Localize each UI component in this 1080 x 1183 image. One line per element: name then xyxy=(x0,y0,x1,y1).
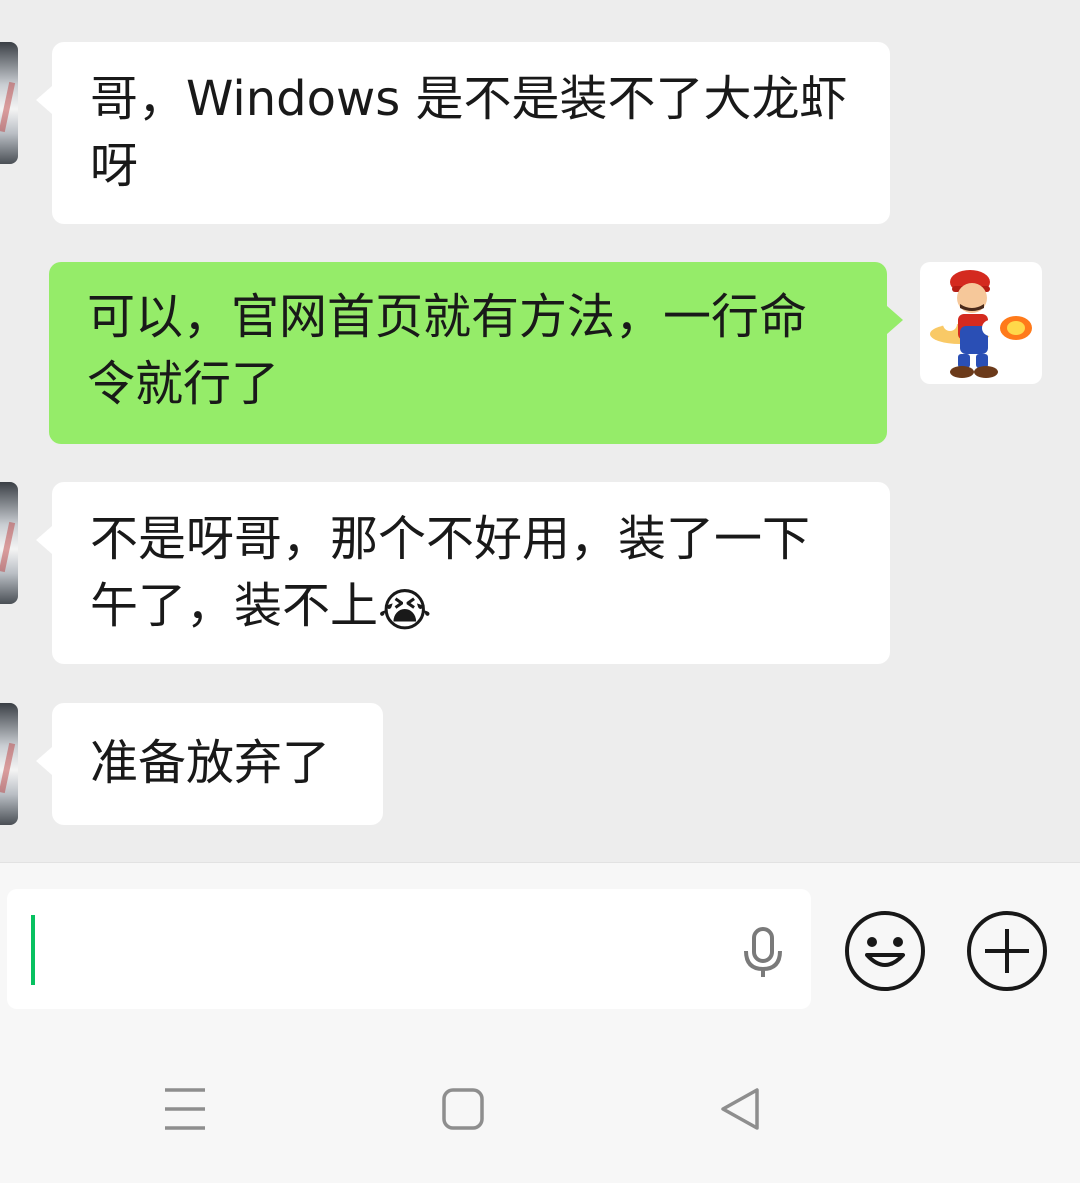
contact-avatar[interactable] xyxy=(0,42,18,164)
message-text: 可以，官网首页就有方法，一行命 xyxy=(87,289,808,345)
message-input-bar xyxy=(0,862,1080,1025)
crying-laughing-emoji-icon: 😭 xyxy=(378,583,432,637)
system-navigation-bar xyxy=(0,1024,1080,1183)
incoming-message-bubble[interactable]: 哥，Windows 是不是装不了大龙虾 呀 xyxy=(36,42,890,224)
my-avatar[interactable] xyxy=(920,262,1042,384)
message-text: 午了，装不上 xyxy=(90,578,379,634)
contact-avatar[interactable] xyxy=(0,703,18,825)
menu-lines-icon[interactable] xyxy=(157,1082,213,1138)
incoming-message-bubble[interactable]: 准备放弃了 xyxy=(36,703,383,825)
home-square-icon[interactable] xyxy=(435,1082,491,1138)
message-text: 哥，Windows 是不是装不了大龙虾 xyxy=(90,71,848,127)
plus-icon[interactable] xyxy=(965,909,1049,993)
voice-mic-icon[interactable] xyxy=(733,923,793,983)
message-text: 准备放弃了 xyxy=(90,735,331,791)
mario-avatar-icon xyxy=(930,270,1032,378)
text-caret xyxy=(31,915,35,985)
chat-message-list[interactable]: 哥，Windows 是不是装不了大龙虾 呀 可以，官网首页就有方法，一行命 令就… xyxy=(0,0,1080,862)
emoji-icon[interactable] xyxy=(843,909,927,993)
contact-avatar[interactable] xyxy=(0,482,18,604)
outgoing-message-bubble[interactable]: 可以，官网首页就有方法，一行命 令就行了 xyxy=(49,262,903,444)
message-text: 呀 xyxy=(90,138,139,194)
back-triangle-icon[interactable] xyxy=(713,1082,769,1138)
message-input[interactable] xyxy=(7,889,811,1009)
message-text: 令就行了 xyxy=(87,356,280,412)
message-text: 不是呀哥，那个不好用，装了一下 xyxy=(90,511,811,567)
incoming-message-bubble[interactable]: 不是呀哥，那个不好用，装了一下 午了，装不上😭 xyxy=(36,482,890,664)
